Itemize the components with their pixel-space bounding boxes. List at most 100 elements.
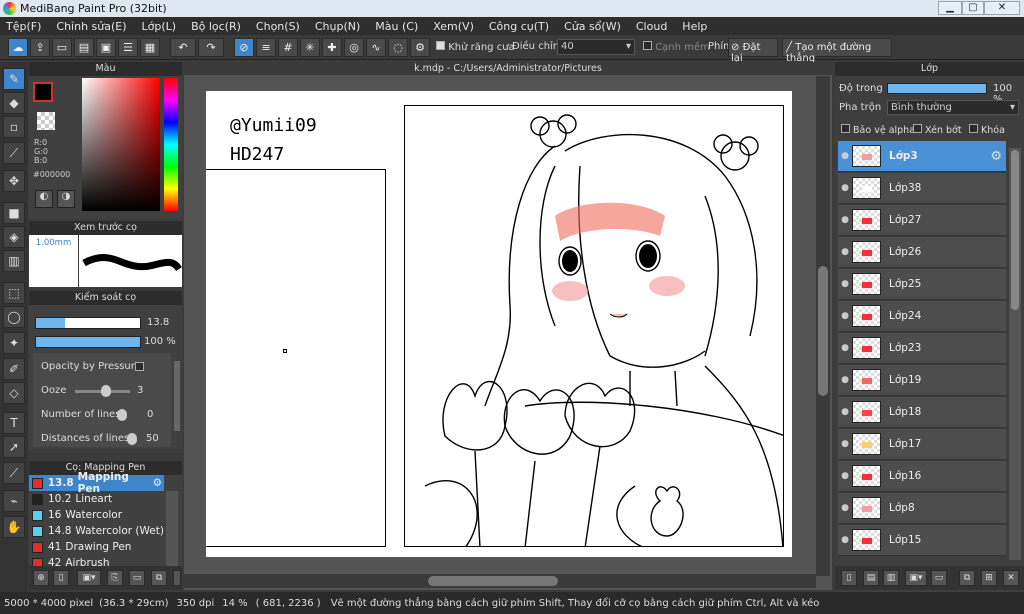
horizontal-scrollbar[interactable] bbox=[184, 574, 816, 588]
brush-list-item[interactable]: 16 Watercolor bbox=[29, 507, 164, 523]
menu-cloud[interactable]: Cloud bbox=[636, 20, 667, 33]
brush-list-item[interactable]: 42 Airbrush bbox=[29, 555, 164, 566]
grid-snap-icon[interactable]: # bbox=[278, 38, 298, 57]
comment-icon[interactable]: ▭ bbox=[52, 38, 72, 57]
layer-row[interactable]: ● Lớp18 bbox=[838, 397, 1006, 428]
layer-visibility-eye-icon[interactable]: ● bbox=[838, 375, 852, 385]
minimize-button[interactable]: ▁ bbox=[938, 1, 962, 15]
snap-off-icon[interactable]: ⊘ bbox=[234, 38, 254, 57]
layer-visibility-eye-icon[interactable]: ● bbox=[838, 215, 852, 225]
layer-list-scrollbar[interactable] bbox=[1009, 148, 1021, 560]
folder-icon[interactable]: ▭ bbox=[129, 570, 145, 586]
layer-visibility-eye-icon[interactable]: ● bbox=[838, 279, 852, 289]
transparent-swatch[interactable] bbox=[37, 112, 55, 130]
brush-menu-icon[interactable]: ▣▾ bbox=[77, 570, 101, 586]
select-pen-tool-icon[interactable]: ✐ bbox=[3, 358, 25, 380]
smooth-edge-checkbox[interactable]: Cạnh mềm bbox=[643, 41, 710, 53]
vertical-scrollbar[interactable] bbox=[816, 76, 830, 576]
menu-select[interactable]: Chọn(S) bbox=[256, 20, 300, 33]
straight-line-button[interactable]: ╱ Tạo một đường thẳng bbox=[782, 38, 892, 64]
layer-visibility-eye-icon[interactable]: ● bbox=[838, 311, 852, 321]
lasso-tool-icon[interactable]: ◯ bbox=[3, 306, 25, 328]
curve-snap-icon[interactable]: ∿ bbox=[366, 38, 386, 57]
antialias-checkbox[interactable]: Khử răng cưa bbox=[436, 41, 515, 53]
layer-row[interactable]: ● Lớp16 bbox=[838, 461, 1006, 492]
layer-visibility-eye-icon[interactable]: ● bbox=[838, 247, 852, 257]
maximize-button[interactable]: ▢ bbox=[962, 1, 984, 15]
layer-row[interactable]: ● Lớp25 bbox=[838, 269, 1006, 300]
grid-icon[interactable]: ▦ bbox=[140, 38, 160, 57]
move-tool-icon[interactable]: ✥ bbox=[3, 170, 25, 192]
new-8bit-layer-icon[interactable]: ▥ bbox=[883, 570, 899, 586]
brush-opacity-slider[interactable] bbox=[35, 336, 141, 348]
cloud-icon[interactable]: ☁ bbox=[8, 38, 28, 57]
canvas[interactable]: @Yumii09 HD247 bbox=[206, 91, 792, 557]
divide-tool-icon[interactable]: ⟋ bbox=[3, 462, 25, 484]
layer-row[interactable]: ● Lớp15 bbox=[838, 525, 1006, 556]
menu-window[interactable]: Cửa sổ(W) bbox=[564, 20, 621, 33]
brush-list-item[interactable]: 14.8 Watercolor (Wet) bbox=[29, 523, 164, 539]
delete-brush-icon[interactable] bbox=[173, 570, 181, 586]
menu-file[interactable]: Tệp(F) bbox=[6, 20, 41, 33]
cross-snap-icon[interactable]: ✚ bbox=[322, 38, 342, 57]
list-icon[interactable]: ☰ bbox=[118, 38, 138, 57]
new-halftone-layer-icon[interactable]: ▤ bbox=[863, 570, 879, 586]
duplicate-icon[interactable]: ⧉ bbox=[151, 570, 167, 586]
layer-row[interactable]: ● Lớp38 bbox=[838, 173, 1006, 204]
menu-filter[interactable]: Bộ lọc(R) bbox=[191, 20, 241, 33]
opacity-pressure-checkbox[interactable] bbox=[135, 362, 144, 371]
share-icon[interactable]: ⇪ bbox=[30, 38, 50, 57]
line-tool-icon[interactable]: ⟋ bbox=[3, 142, 25, 164]
distance-slider-handle[interactable] bbox=[127, 433, 137, 445]
layer-row[interactable]: ● Lớp26 bbox=[838, 237, 1006, 268]
hand-tool-icon[interactable]: ✋ bbox=[3, 516, 25, 538]
layer-row[interactable]: ● Lớp3 ⚙ bbox=[838, 141, 1006, 172]
layer-menu-icon[interactable]: ▣▾ bbox=[905, 570, 927, 586]
menu-view[interactable]: Xem(V) bbox=[433, 20, 474, 33]
layer-row[interactable]: ● Lớp19 bbox=[838, 365, 1006, 396]
eraser-tool-icon[interactable]: ◆ bbox=[3, 92, 25, 114]
new-layer-icon[interactable]: ▯ bbox=[841, 570, 857, 586]
primary-color-swatch[interactable] bbox=[33, 82, 53, 102]
menu-layer[interactable]: Lớp(L) bbox=[142, 20, 177, 33]
adjust-dropdown[interactable]: 40 ▾ bbox=[557, 39, 635, 55]
text-tool-icon[interactable]: T bbox=[3, 412, 25, 434]
clipping-checkbox[interactable]: Xén bớt bbox=[913, 124, 962, 136]
gradient-tool-icon[interactable]: ▥ bbox=[3, 250, 25, 272]
dot-tool-icon[interactable]: ▫ bbox=[3, 116, 25, 138]
layer-visibility-eye-icon[interactable]: ● bbox=[838, 407, 852, 417]
saturation-value-picker[interactable] bbox=[82, 78, 160, 211]
layer-visibility-eye-icon[interactable]: ● bbox=[838, 151, 852, 161]
layer-opacity-slider[interactable] bbox=[887, 83, 987, 94]
new-brush-icon[interactable]: ▯ bbox=[53, 570, 69, 586]
frame-icon[interactable]: ▣ bbox=[96, 38, 116, 57]
layer-row[interactable]: ● Lớp17 bbox=[838, 429, 1006, 460]
bucket-tool-icon[interactable]: ◈ bbox=[3, 226, 25, 248]
layer-row[interactable]: ● Lớp8 bbox=[838, 493, 1006, 524]
panel-icon[interactable]: ▤ bbox=[74, 38, 94, 57]
select-tool-icon[interactable]: ⬚ bbox=[3, 282, 25, 304]
menu-snap[interactable]: Chụp(N) bbox=[315, 20, 360, 33]
brush-size-slider[interactable] bbox=[35, 317, 141, 329]
close-button[interactable]: ✕ bbox=[984, 1, 1020, 15]
target-snap-icon[interactable]: ◌ bbox=[388, 38, 408, 57]
parallel-snap-icon[interactable]: ≡ bbox=[256, 38, 276, 57]
magic-wand-tool-icon[interactable]: ✦ bbox=[3, 332, 25, 354]
menu-color[interactable]: Màu (C) bbox=[375, 20, 418, 33]
merge-layer-icon[interactable]: ⊞ bbox=[981, 570, 997, 586]
layer-folder-icon[interactable]: ▭ bbox=[931, 570, 947, 586]
brush-settings-gear-icon[interactable]: ⚙ bbox=[153, 477, 162, 489]
reset-button[interactable]: ⊘ Đặt lại bbox=[728, 38, 778, 64]
blend-dropdown[interactable]: Bình thường ▾ bbox=[887, 100, 1019, 115]
copy-brush-icon[interactable]: ⎘ bbox=[107, 570, 123, 586]
circle-snap-icon[interactable]: ◎ bbox=[344, 38, 364, 57]
layer-visibility-eye-icon[interactable]: ● bbox=[838, 183, 852, 193]
menu-tools[interactable]: Công cụ(T) bbox=[489, 20, 549, 33]
brush-list-item[interactable]: 41 Drawing Pen bbox=[29, 539, 164, 555]
layer-scroll-thumb[interactable] bbox=[1011, 150, 1019, 310]
brush-tool-icon[interactable]: ✎ bbox=[3, 68, 25, 90]
layer-settings-gear-icon[interactable]: ⚙ bbox=[990, 149, 1002, 164]
menu-edit[interactable]: Chỉnh sửa(E) bbox=[56, 20, 126, 33]
brush-control-scrollbar[interactable] bbox=[174, 361, 180, 431]
layer-row[interactable]: ● Lớp23 bbox=[838, 333, 1006, 364]
